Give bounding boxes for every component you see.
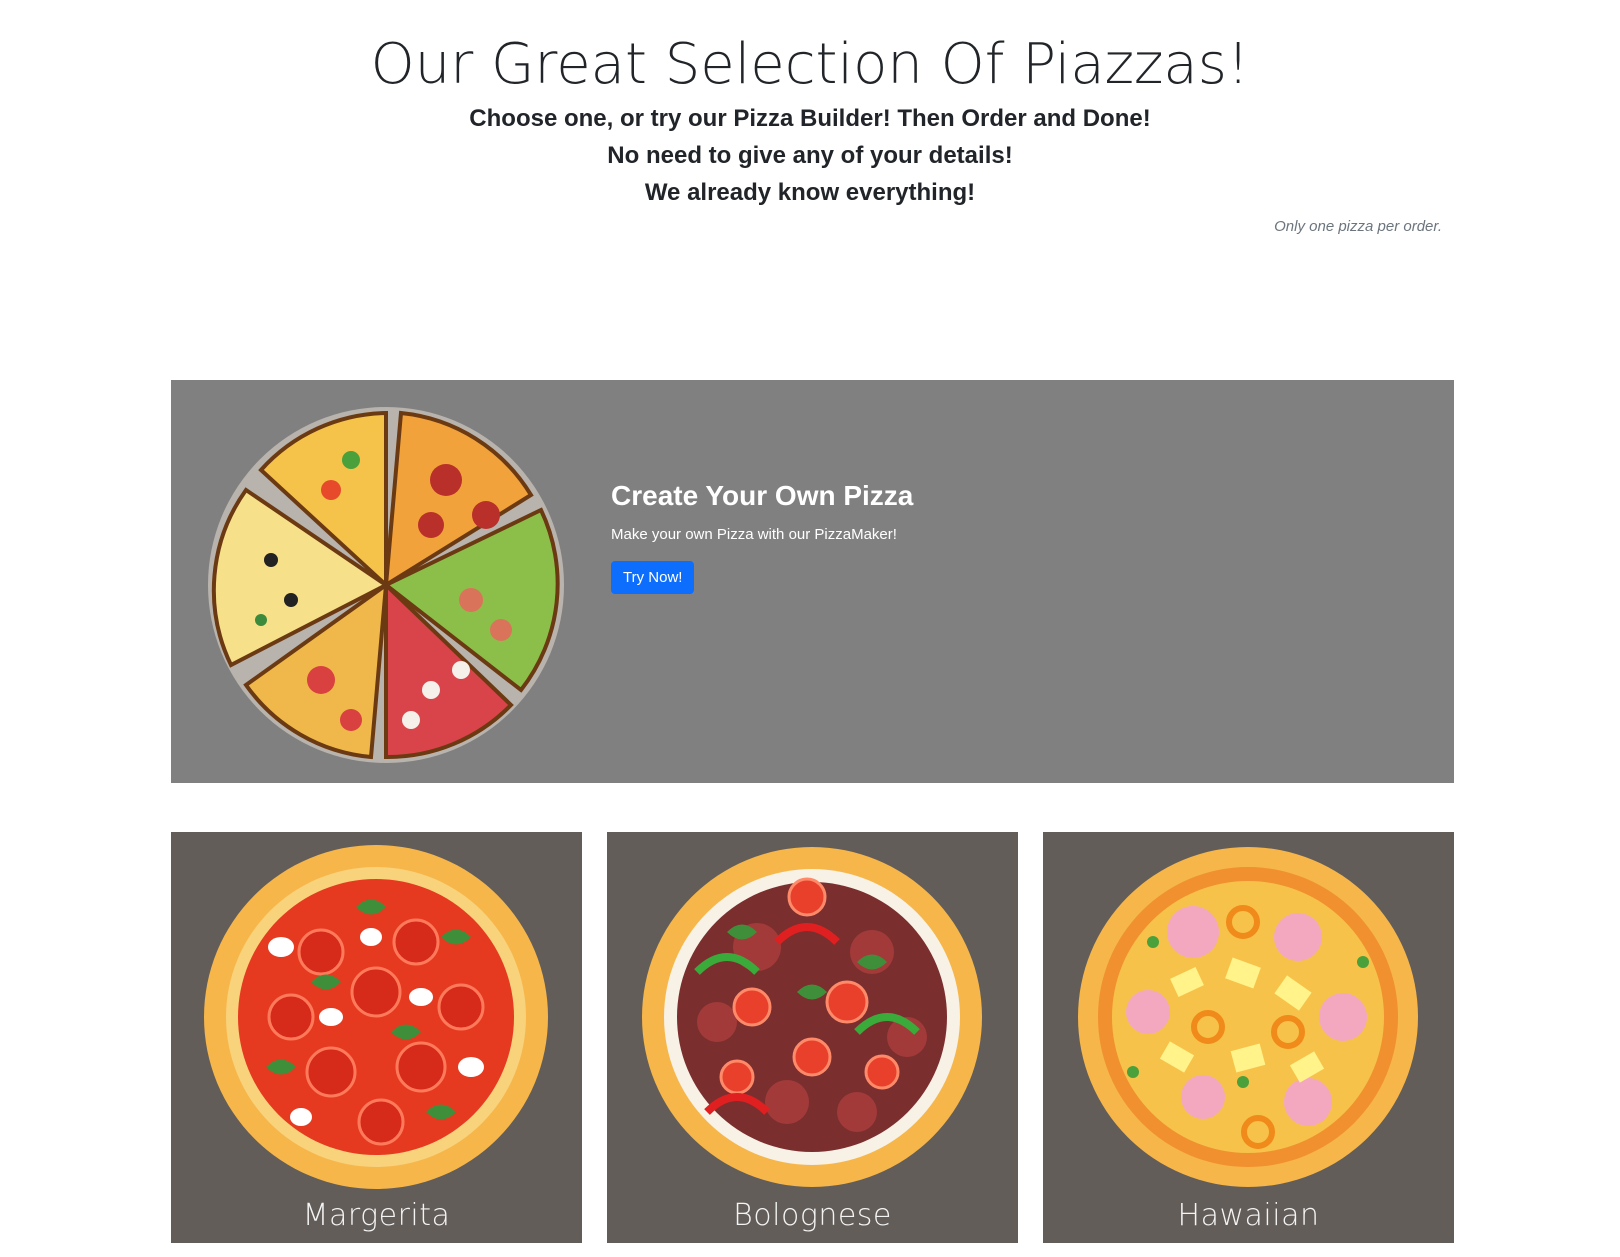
builder-text: Create Your Own Pizza Make your own Pizz… — [611, 480, 913, 594]
builder-title: Create Your Own Pizza — [611, 480, 914, 511]
margherita-pizza-image — [204, 845, 548, 1189]
subtitle-line-3: We already know everything! — [644, 179, 976, 206]
pizza-card-margerita[interactable]: Margerita — [171, 832, 582, 1243]
pizza-name-hawaiian: Hawaiian — [1177, 1198, 1320, 1233]
page-title: Our Great Selection Of Piazzas! — [370, 32, 1250, 97]
page-header: Our Great Selection Of Piazzas! Choose o… — [0, 0, 1620, 300]
sliced-pizza-image — [208, 407, 564, 763]
builder-description: Make your own Pizza with our PizzaMaker! — [611, 526, 897, 543]
bolognese-pizza-image — [642, 847, 982, 1187]
order-limit-note: Only one pizza per order. — [1274, 218, 1442, 235]
subtitle-line-2: No need to give any of your details! — [607, 142, 1013, 169]
pizza-name-bolognese: Bolognese — [733, 1198, 892, 1233]
try-now-button[interactable]: Try Now! — [611, 561, 695, 594]
pizza-card-bolognese[interactable]: Bolognese — [607, 832, 1018, 1243]
hawaiian-pizza-image — [1078, 847, 1418, 1187]
pizza-builder-banner: Create Your Own Pizza Make your own Pizz… — [171, 380, 1454, 783]
pizza-name-margerita: Margerita — [302, 1198, 451, 1233]
pizza-card-hawaiian[interactable]: Hawaiian — [1043, 832, 1454, 1243]
subtitle-line-1: Choose one, or try our Pizza Builder! Th… — [469, 105, 1151, 132]
